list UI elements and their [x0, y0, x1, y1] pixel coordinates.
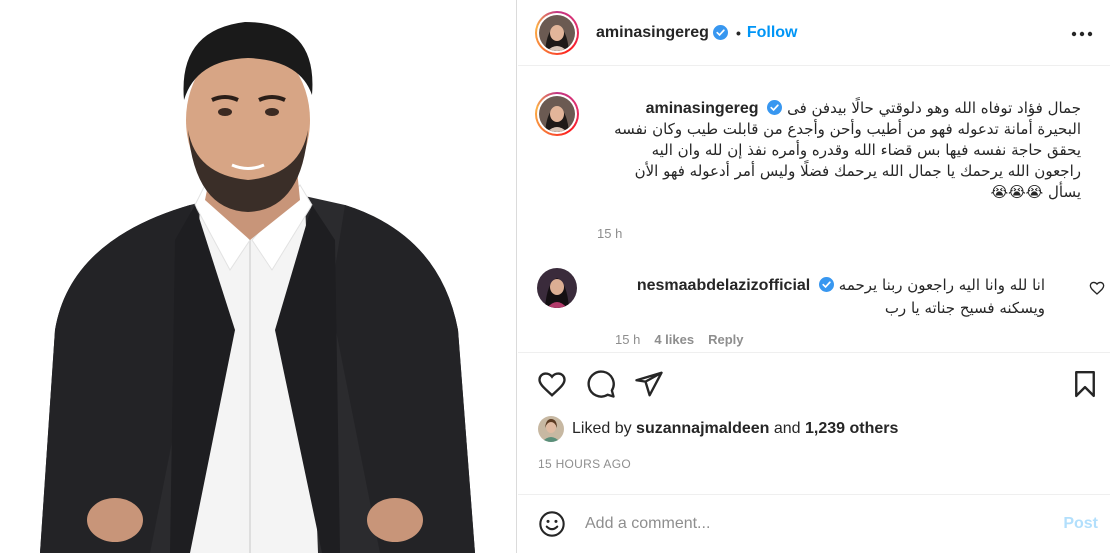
post-actions-bar	[518, 352, 1110, 412]
commenter-avatar-image	[537, 268, 577, 308]
liked-by-prefix: Liked by	[572, 420, 632, 437]
verified-badge-icon	[712, 25, 728, 40]
caption-line: جمال فؤاد توفاه الله وهو دلوقتي حالًا بي…	[595, 98, 1081, 119]
comment-line-text: انا لله وانا اليه راجعون ربنا يرحمه	[838, 276, 1045, 294]
add-comment-bar: Post	[518, 494, 1110, 553]
caption-username[interactable]: aminasingereg	[646, 100, 759, 117]
add-comment-input[interactable]	[585, 515, 1025, 533]
comment-like-icon[interactable]	[1089, 280, 1105, 296]
caption-line-text: جمال فؤاد توفاه الله وهو دلوقتي حالًا بي…	[787, 99, 1081, 117]
emoji-icon[interactable]	[538, 510, 566, 538]
caption-line: راجعون الله يرحمك يا جمال الله يرحمك فضل…	[634, 162, 1081, 180]
comment-text: انا لله وانا اليه راجعون ربنا يرحمه nesm…	[595, 274, 1045, 319]
comment-line: ويسكنه فسيح جناته يا رب	[884, 299, 1045, 317]
caption-avatar-image	[539, 96, 575, 132]
caption-timestamp[interactable]: 15 h	[597, 226, 622, 241]
bookmark-icon[interactable]	[1070, 369, 1100, 399]
more-options-icon[interactable]	[1070, 22, 1094, 46]
liker-avatar-image	[538, 416, 564, 442]
caption-line: البحيرة أمانة تدعوله فهو من أطيب وأحن وأ…	[614, 120, 1081, 138]
author-avatar[interactable]	[535, 10, 579, 55]
likes-summary: Liked by suzannajmaldeen and 1,239 other…	[538, 416, 898, 442]
post-header: aminasingereg • Follow	[518, 0, 1110, 66]
comment-reply-button[interactable]: Reply	[708, 332, 743, 347]
verified-badge-icon	[767, 100, 783, 115]
caption-text: جمال فؤاد توفاه الله وهو دلوقتي حالًا بي…	[595, 98, 1081, 203]
comment-likes-count[interactable]: 4 likes	[654, 332, 694, 347]
commenter-username[interactable]: nesmaabdelazizofficial	[637, 277, 810, 294]
share-icon[interactable]	[634, 369, 664, 399]
post-image[interactable]	[0, 0, 517, 553]
follow-button[interactable]: Follow	[747, 24, 798, 42]
man-portrait-illustration	[40, 22, 475, 553]
comment-icon[interactable]	[586, 369, 616, 399]
likes-others-count[interactable]: 1,239 others	[805, 420, 898, 438]
post-timestamp[interactable]: 15 HOURS AGO	[538, 457, 631, 471]
post-details-panel: aminasingereg • Follow جمال فؤاد توفاه ا…	[518, 0, 1110, 553]
comment-line: انا لله وانا اليه راجعون ربنا يرحمه nesm…	[595, 274, 1045, 297]
caption-line: يسأل 😭😭😭	[990, 183, 1081, 201]
liker-avatar[interactable]	[538, 416, 564, 442]
comment-timestamp[interactable]: 15 h	[615, 332, 640, 347]
heart-icon[interactable]	[537, 369, 567, 399]
liker-username[interactable]: suzannajmaldeen	[636, 420, 769, 438]
commenter-avatar[interactable]	[537, 268, 577, 308]
author-username[interactable]: aminasingereg	[596, 24, 709, 42]
comment-meta: 15 h 4 likes Reply	[615, 332, 743, 347]
caption-author-avatar[interactable]	[535, 92, 579, 136]
post-comment-button[interactable]: Post	[1063, 515, 1098, 533]
caption-line: يحقق حاجة نفسه فيها بس قضاء الله وقدره و…	[651, 141, 1081, 159]
liked-by-conjunction: and	[773, 420, 801, 437]
separator-dot: •	[735, 24, 741, 41]
author-avatar-image	[539, 14, 575, 51]
verified-badge-icon	[819, 277, 835, 292]
